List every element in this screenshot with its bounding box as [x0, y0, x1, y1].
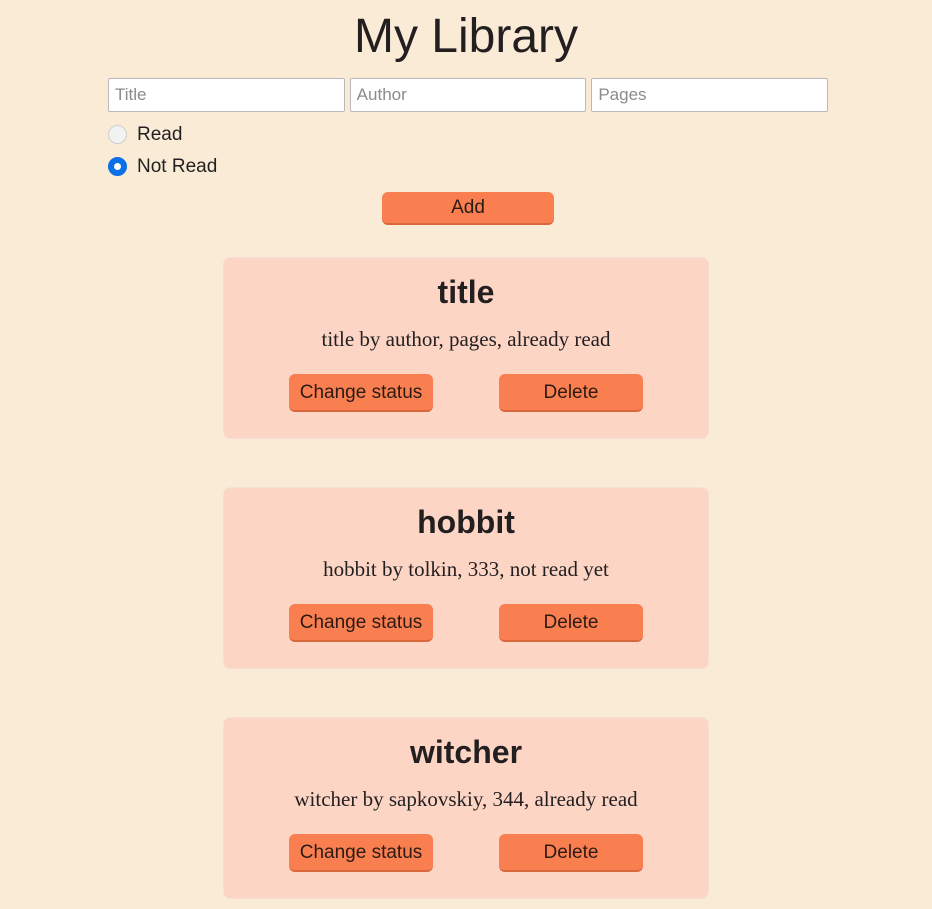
pages-input[interactable]: [591, 78, 829, 112]
book-title: title: [437, 274, 495, 310]
book-description: hobbit by tolkin, 333, not read yet: [323, 557, 609, 581]
book-actions: Change status Delete: [244, 374, 688, 412]
input-row: [108, 78, 829, 112]
delete-button[interactable]: Delete: [499, 374, 643, 412]
delete-button[interactable]: Delete: [499, 834, 643, 872]
delete-button[interactable]: Delete: [499, 604, 643, 642]
change-status-button[interactable]: Change status: [289, 374, 433, 412]
book-title: hobbit: [417, 504, 515, 540]
book-card: hobbit hobbit by tolkin, 333, not read y…: [223, 487, 709, 669]
radio-circle-selected-icon[interactable]: [108, 156, 127, 176]
radio-option-not-read[interactable]: Not Read: [108, 150, 828, 182]
add-button-wrapper: Add: [108, 192, 828, 225]
radio-option-read[interactable]: Read: [108, 118, 828, 150]
add-button[interactable]: Add: [382, 192, 554, 225]
change-status-button[interactable]: Change status: [289, 834, 433, 872]
book-description: title by author, pages, already read: [321, 327, 611, 351]
library-page: My Library Read Not Read Add title title…: [0, 0, 932, 909]
book-actions: Change status Delete: [244, 834, 688, 872]
book-card: title title by author, pages, already re…: [223, 257, 709, 439]
title-input[interactable]: [108, 78, 345, 112]
page-title: My Library: [353, 10, 579, 63]
author-input[interactable]: [349, 78, 587, 112]
book-title: witcher: [409, 734, 523, 770]
book-card: witcher witcher by sapkovskiy, 344, alre…: [223, 717, 709, 899]
book-list: title title by author, pages, already re…: [0, 257, 932, 909]
radio-label-not-read: Not Read: [137, 155, 218, 177]
radio-label-read: Read: [137, 123, 183, 145]
change-status-button[interactable]: Change status: [289, 604, 433, 642]
add-book-form: Read Not Read Add: [108, 66, 829, 225]
book-actions: Change status Delete: [244, 604, 688, 642]
read-status-radio-group: Read Not Read: [108, 112, 828, 182]
radio-circle-icon[interactable]: [108, 124, 127, 144]
book-description: witcher by sapkovskiy, 344, already read: [294, 787, 638, 811]
